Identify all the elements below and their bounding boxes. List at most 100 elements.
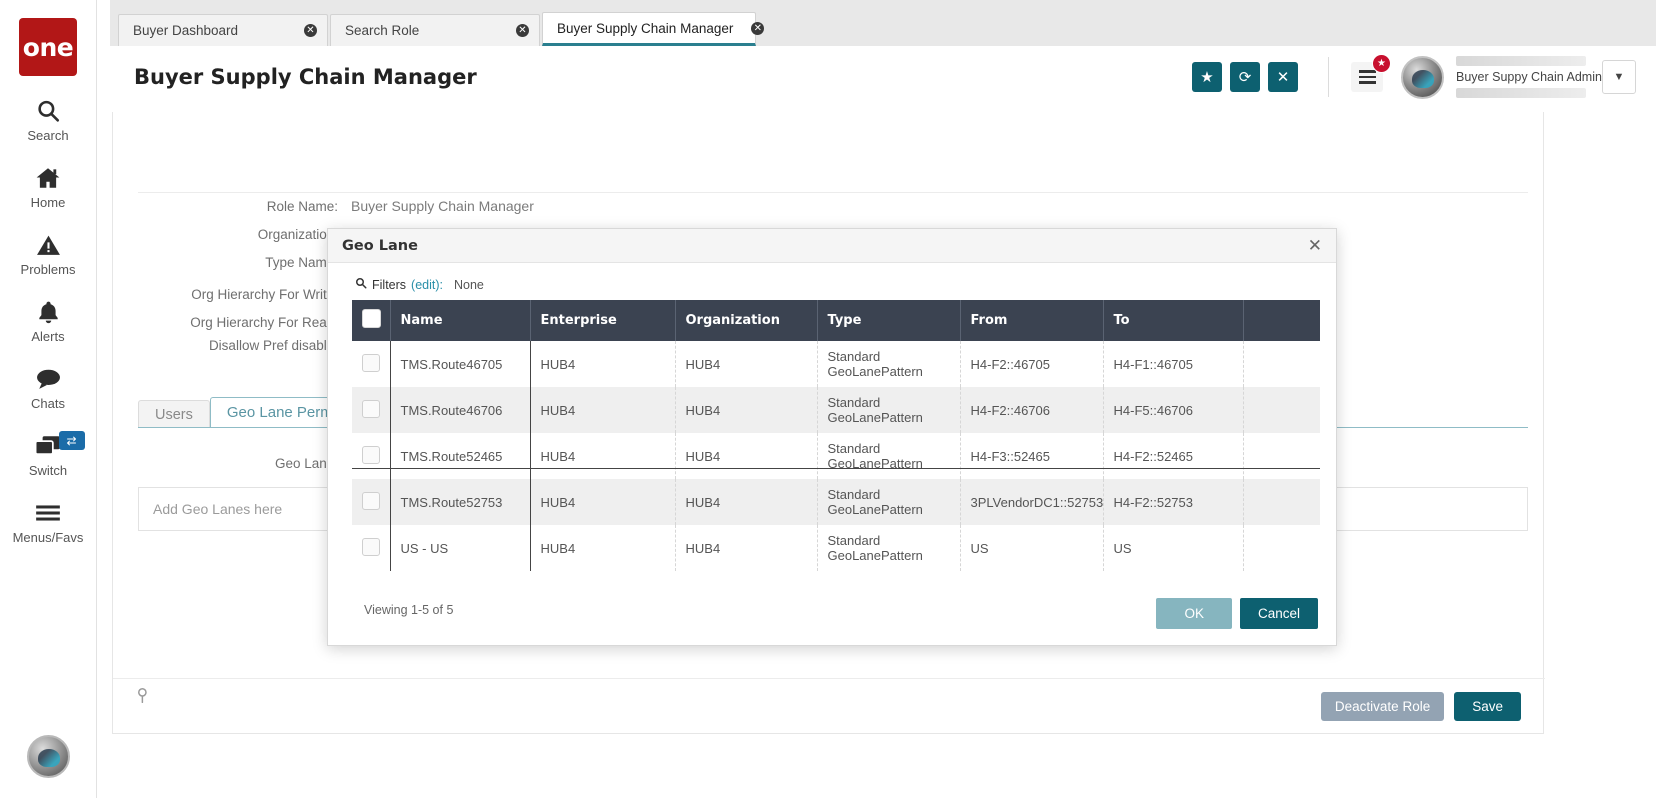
row-checkbox[interactable] [362, 446, 380, 464]
cell-name: TMS.Route52465 [390, 433, 530, 479]
sidebar-item-switch[interactable]: ⇄ Switch [0, 431, 97, 478]
menu-hamburger-button[interactable]: ★ [1351, 62, 1383, 92]
sidebar-item-search[interactable]: Search [0, 96, 97, 143]
user-name: Buyer Suppy Chain Admin [1456, 70, 1586, 84]
page-title: Buyer Supply Chain Manager [134, 65, 477, 89]
redacted-line [1456, 88, 1586, 98]
deactivate-role-button[interactable]: Deactivate Role [1321, 692, 1444, 721]
row-select-cell [352, 387, 390, 433]
table-row[interactable]: TMS.Route52465HUB4HUB4Standard GeoLanePa… [352, 433, 1320, 479]
viewing-count: Viewing 1-5 of 5 [364, 603, 453, 617]
tab-search-role[interactable]: Search Role ✕ [330, 14, 540, 46]
cell-spacer [1243, 479, 1320, 525]
card-footer: Deactivate Role Save [113, 678, 1545, 733]
cell-organization: HUB4 [675, 525, 817, 571]
sidebar-item-label: Switch [29, 463, 67, 478]
column-header-organization[interactable]: Organization [675, 300, 817, 341]
sidebar-item-chats[interactable]: Chats [0, 364, 97, 411]
column-header-type[interactable]: Type [817, 300, 960, 341]
app-logo[interactable]: one [19, 18, 77, 76]
sidebar-item-label: Home [31, 195, 66, 210]
row-select-cell [352, 479, 390, 525]
cell-spacer [1243, 387, 1320, 433]
close-icon[interactable]: ✕ [498, 24, 529, 37]
column-header-enterprise[interactable]: Enterprise [530, 300, 675, 341]
sidebar-item-home[interactable]: Home [0, 163, 97, 210]
tab-buyer-dashboard[interactable]: Buyer Dashboard ✕ [118, 14, 328, 46]
close-icon[interactable]: ✕ [1308, 237, 1322, 254]
cell-organization: HUB4 [675, 341, 817, 387]
cell-enterprise: HUB4 [530, 341, 675, 387]
switch-badge-icon[interactable]: ⇄ [59, 431, 85, 450]
refresh-button[interactable]: ⟳ [1230, 62, 1260, 92]
notification-badge-icon: ★ [1372, 54, 1391, 73]
cell-enterprise: HUB4 [530, 387, 675, 433]
cell-name: TMS.Route46706 [390, 387, 530, 433]
redacted-line [1456, 56, 1586, 66]
cell-from: H4-F3::52465 [960, 433, 1103, 479]
cell-enterprise: HUB4 [530, 433, 675, 479]
field-label: Org Hierarchy For Read: [138, 315, 338, 330]
cell-organization: HUB4 [675, 433, 817, 479]
row-checkbox[interactable] [362, 354, 380, 372]
cell-type: Standard GeoLanePattern [817, 341, 960, 387]
cell-from: H4-F2::46706 [960, 387, 1103, 433]
cell-organization: HUB4 [675, 479, 817, 525]
search-icon [35, 96, 61, 126]
hamburger-icon [34, 498, 62, 528]
field-label: Role Name: [138, 199, 338, 214]
save-button[interactable]: Save [1454, 692, 1521, 721]
tab-label: Buyer Dashboard [133, 23, 238, 38]
row-checkbox[interactable] [362, 492, 380, 510]
close-button[interactable]: ✕ [1268, 62, 1298, 92]
avatar[interactable] [1401, 56, 1444, 99]
tab-users[interactable]: Users [138, 400, 210, 428]
table-row[interactable]: TMS.Route46706HUB4HUB4Standard GeoLanePa… [352, 387, 1320, 433]
sidebar-item-menus-favs[interactable]: Menus/Favs [0, 498, 97, 545]
warning-triangle-icon [35, 230, 62, 260]
filters-edit-link[interactable]: (edit): [411, 278, 443, 292]
row-select-cell [352, 525, 390, 571]
modal-header: Geo Lane ✕ [328, 229, 1336, 263]
rail-avatar[interactable] [27, 735, 70, 778]
favorite-button[interactable]: ★ [1192, 62, 1222, 92]
close-icon[interactable]: ✕ [733, 22, 764, 35]
row-checkbox[interactable] [362, 538, 380, 556]
cell-from: H4-F2::46705 [960, 341, 1103, 387]
row-checkbox[interactable] [362, 400, 380, 418]
table-row[interactable]: TMS.Route52753HUB4HUB4Standard GeoLanePa… [352, 479, 1320, 525]
cell-to: US [1103, 525, 1243, 571]
geo-lane-table: Name Enterprise Organization Type From T… [352, 300, 1320, 571]
sidebar-item-alerts[interactable]: Alerts [0, 297, 97, 344]
sidebar-item-label: Alerts [31, 329, 64, 344]
divider [138, 192, 1528, 193]
sidebar-item-label: Chats [31, 396, 65, 411]
sidebar-item-label: Search [27, 128, 68, 143]
cell-to: H4-F2::52753 [1103, 479, 1243, 525]
user-menu-caret[interactable]: ▼ [1602, 60, 1636, 94]
sidebar-item-problems[interactable]: Problems [0, 230, 97, 277]
tab-buyer-supply-chain-manager[interactable]: Buyer Supply Chain Manager ✕ [542, 12, 756, 46]
page-header: Buyer Supply Chain Manager ★ ⟳ ✕ ★ Buyer… [110, 46, 1656, 108]
field-label: Disallow Pref disable: [138, 338, 338, 353]
ok-button[interactable]: OK [1156, 598, 1232, 629]
column-header-from[interactable]: From [960, 300, 1103, 341]
field-label: Org Hierarchy For Write: [138, 287, 338, 302]
column-header-to[interactable]: To [1103, 300, 1243, 341]
select-all-checkbox[interactable] [362, 309, 381, 328]
table-row[interactable]: TMS.Route46705HUB4HUB4Standard GeoLanePa… [352, 341, 1320, 387]
table-row[interactable]: US - USHUB4HUB4Standard GeoLanePatternUS… [352, 525, 1320, 571]
filters-bar: Filters (edit): None [328, 263, 1336, 300]
cell-from: 3PLVendorDC1::52753 [960, 479, 1103, 525]
sidebar-item-label: Problems [21, 262, 76, 277]
cell-from: US [960, 525, 1103, 571]
header-actions: ★ ⟳ ✕ ★ Buyer Suppy Chain Admin ▼ [1184, 56, 1656, 99]
close-icon[interactable]: ✕ [286, 24, 317, 37]
windows-stack-icon [34, 431, 62, 461]
cell-name: TMS.Route52753 [390, 479, 530, 525]
divider [1328, 57, 1329, 97]
column-header-name[interactable]: Name [390, 300, 530, 341]
cancel-button[interactable]: Cancel [1240, 598, 1318, 629]
cell-to: H4-F2::52465 [1103, 433, 1243, 479]
row-select-cell [352, 433, 390, 479]
